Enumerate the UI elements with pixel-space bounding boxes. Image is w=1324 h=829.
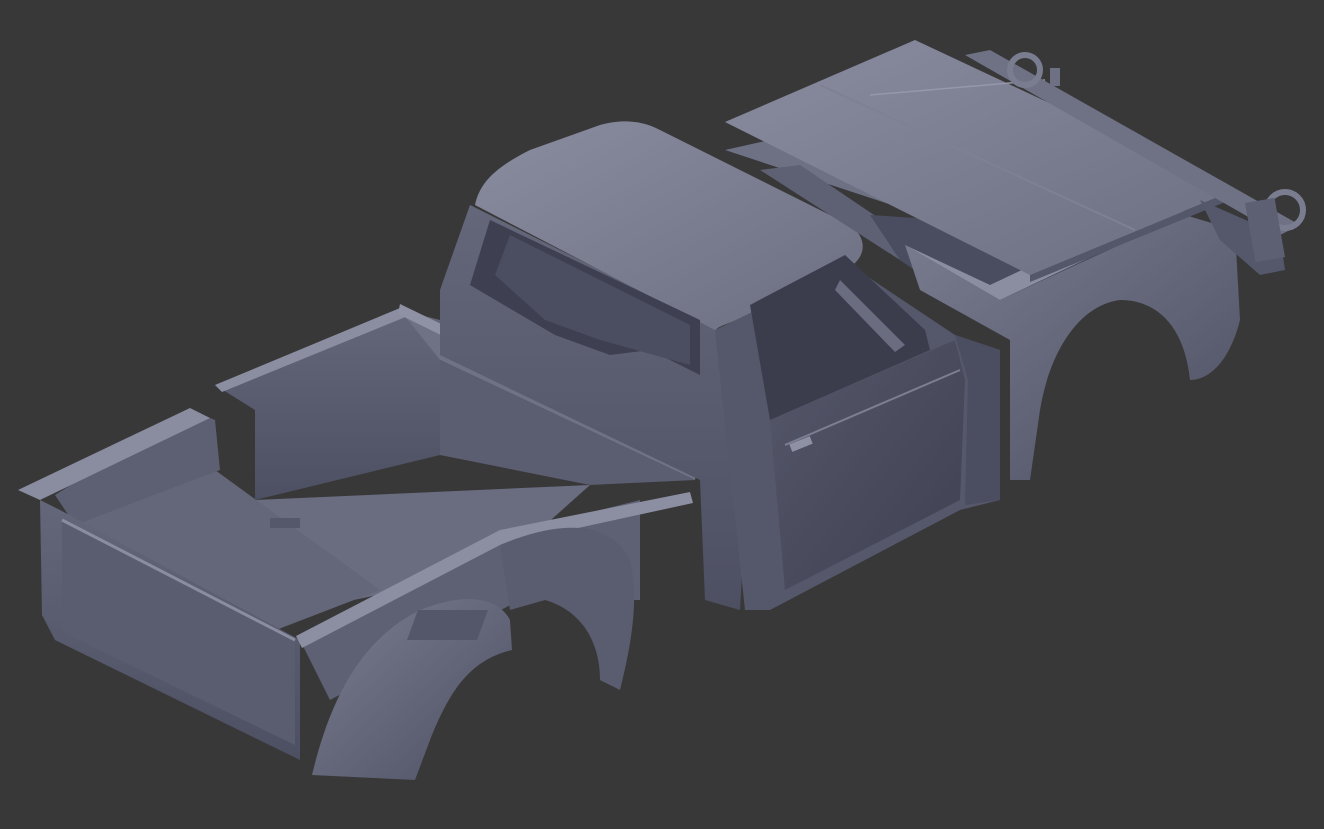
bed-bracket	[407, 610, 488, 640]
bumper-tab	[1050, 68, 1060, 86]
rear-fender-arch	[500, 527, 635, 690]
bed-cross-member	[270, 518, 300, 528]
3d-viewport[interactable]	[0, 0, 1324, 829]
truck-model-render	[18, 40, 1306, 780]
